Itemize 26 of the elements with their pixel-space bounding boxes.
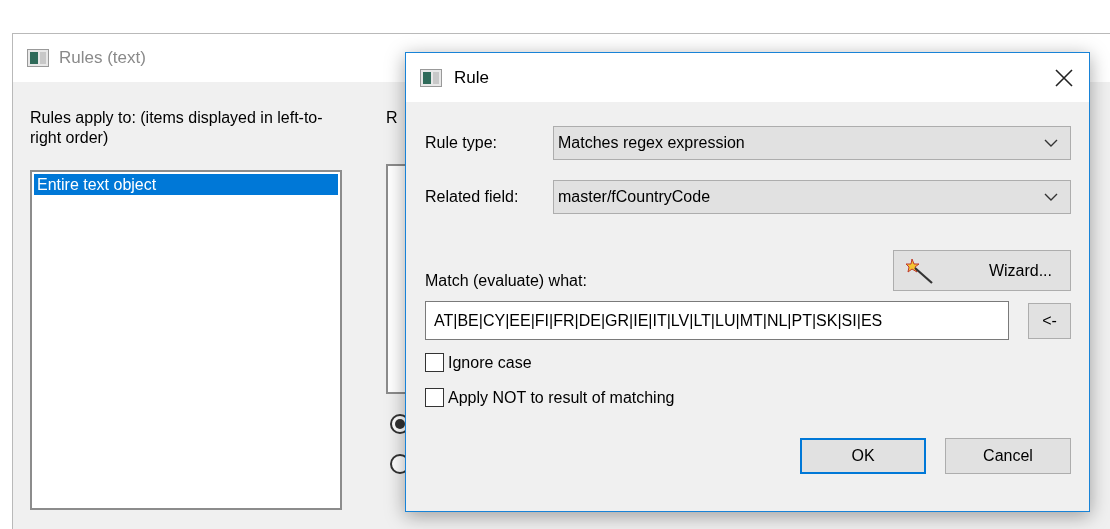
chevron-down-icon [1044,139,1058,147]
apply-label: Rules apply to: (items displayed in left-to-right order) [30,108,324,148]
match-label: Match (evaluate) what: [425,271,587,291]
field-label: Rule type: [425,133,499,153]
match-input[interactable]: AT|BE|CY|EE|FI|FR|DE|GR|IE|IT|LV|LT|LU|MT|NL|PT|SK|SI|ES [425,301,1009,340]
wizard-button[interactable]: Wizard... [893,250,1071,291]
checkbox[interactable] [425,353,444,372]
rules-list[interactable]: Entire text object [30,170,342,510]
dialog-button[interactable]: Cancel [945,438,1071,474]
dialog-title: Rule [454,67,489,88]
magic-wand-icon [906,257,934,284]
dropdown[interactable]: Matches regex expression [553,126,1071,160]
insert-button[interactable]: <- [1028,302,1071,339]
window-icon [420,68,442,87]
checkbox[interactable] [425,388,444,407]
dropdown[interactable]: master/fCountryCode [553,180,1071,214]
checkbox-label: Apply NOT to result of matching [448,388,675,407]
field-label: Related field: [425,187,520,207]
checkbox-label: Ignore case [448,353,532,372]
list-item[interactable]: Entire text object [34,174,338,195]
chevron-down-icon [1044,193,1058,201]
window-icon [27,49,49,67]
column-label: R [386,108,399,128]
dialog-button[interactable]: OK [800,438,926,474]
window-title: Rules (text) [59,48,146,68]
close-icon[interactable] [1055,68,1073,87]
